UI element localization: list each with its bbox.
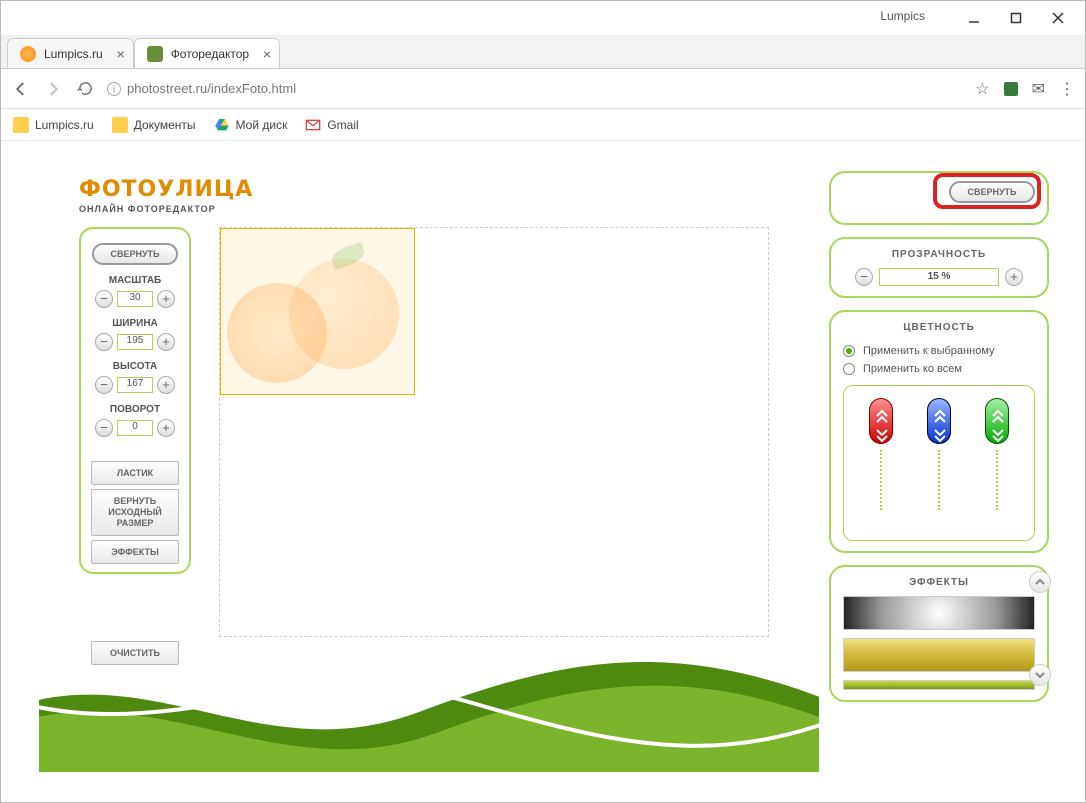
bookmarks-bar: Lumpics.ru Документы Мой диск Gmail (1, 109, 1085, 141)
bookmark-gmail[interactable]: Gmail (305, 117, 358, 133)
transparency-plus-button[interactable]: + (1005, 268, 1023, 286)
reload-button[interactable] (75, 79, 95, 99)
scale-plus-button[interactable]: + (157, 290, 175, 308)
scale-minus-button[interactable]: − (95, 290, 113, 308)
tab-photoeditor[interactable]: Фоторедактор × (134, 38, 280, 68)
green-slider[interactable] (985, 398, 1009, 510)
menu-icon[interactable]: ⋮ (1059, 79, 1075, 99)
scale-label: МАСШТАБ (87, 275, 183, 286)
image-content (227, 283, 327, 383)
bookmark-lumpics[interactable]: Lumpics.ru (13, 117, 94, 133)
width-stepper: − 195 + (87, 333, 183, 351)
drive-icon (214, 117, 230, 133)
star-icon[interactable]: ☆ (975, 79, 989, 99)
tab-lumpics[interactable]: Lumpics.ru × (7, 38, 134, 68)
red-slider[interactable] (869, 398, 893, 510)
slider-knob-icon (927, 398, 951, 444)
width-value[interactable]: 195 (117, 334, 153, 350)
radio-icon (843, 345, 855, 357)
logo-main: ФОТОУЛИЦА (79, 177, 253, 202)
slider-knob-icon (869, 398, 893, 444)
transparency-minus-button[interactable]: − (855, 268, 873, 286)
rotate-label: ПОВОРОТ (87, 404, 183, 415)
window-title: Lumpics (880, 9, 925, 23)
tab-close-icon[interactable]: × (263, 46, 271, 62)
width-minus-button[interactable]: − (95, 333, 113, 351)
left-panel: СВЕРНУТЬ МАСШТАБ − 30 + ШИРИНА − 195 + В… (79, 227, 191, 574)
selected-image[interactable] (220, 228, 415, 395)
tab-strip: Lumpics.ru × Фоторедактор × (1, 35, 1085, 69)
slider-knob-icon (985, 398, 1009, 444)
window-maximize-button[interactable] (995, 4, 1037, 32)
tab-label: Lumpics.ru (44, 47, 103, 61)
height-label: ВЫСОТА (87, 361, 183, 372)
blue-slider[interactable] (927, 398, 951, 510)
rotate-value[interactable]: 0 (117, 420, 153, 436)
address-bar[interactable]: i photostreet.ru/indexFoto.html (107, 81, 963, 96)
effect-preset-3[interactable] (843, 680, 1035, 690)
effects-panel: ЭФФЕКТЫ (829, 565, 1049, 702)
eraser-button[interactable]: ЛАСТИК (91, 461, 179, 485)
clear-button[interactable]: ОЧИСТИТЬ (91, 641, 179, 665)
window-minimize-button[interactable] (953, 4, 995, 32)
width-label: ШИРИНА (87, 318, 183, 329)
effects-scroll-up-button[interactable] (1029, 571, 1051, 593)
color-panel: ЦВЕТНОСТЬ Применить к выбранному Примени… (829, 310, 1049, 553)
forward-button[interactable] (43, 79, 63, 99)
scale-stepper: − 30 + (87, 290, 183, 308)
height-plus-button[interactable]: + (157, 376, 175, 394)
rotate-minus-button[interactable]: − (95, 419, 113, 437)
window-close-button[interactable] (1037, 4, 1079, 32)
site-info-icon[interactable]: i (107, 82, 121, 96)
height-minus-button[interactable]: − (95, 376, 113, 394)
collapse-left-button[interactable]: СВЕРНУТЬ (92, 243, 178, 265)
url-text: photostreet.ru/indexFoto.html (127, 81, 296, 96)
window-titlebar: Lumpics (1, 1, 1085, 35)
app-logo: ФОТОУЛИЦА ОНЛАЙН ФОТОРЕДАКТОР (79, 177, 253, 214)
tab-close-icon[interactable]: × (117, 46, 125, 62)
apply-selected-radio[interactable]: Применить к выбранному (843, 345, 1035, 357)
radio-label: Применить к выбранному (863, 345, 995, 357)
width-plus-button[interactable]: + (157, 333, 175, 351)
folder-icon (13, 117, 29, 133)
av-shield-icon[interactable] (1004, 82, 1018, 96)
transparency-panel: ПРОЗРАЧНОСТЬ − 15 % + (829, 237, 1049, 298)
favicon-photoeditor-icon (147, 46, 163, 62)
color-title: ЦВЕТНОСТЬ (843, 322, 1035, 333)
restore-size-button[interactable]: ВЕРНУТЬ ИСХОДНЫЙ РАЗМЕР (91, 489, 179, 536)
gmail-icon (305, 117, 321, 133)
radio-icon (843, 363, 855, 375)
tab-label: Фоторедактор (171, 47, 249, 61)
transparency-value[interactable]: 15 % (879, 268, 999, 286)
editor-canvas[interactable] (219, 227, 769, 637)
transparency-title: ПРОЗРАЧНОСТЬ (843, 249, 1035, 260)
rotate-stepper: − 0 + (87, 419, 183, 437)
rotate-plus-button[interactable]: + (157, 419, 175, 437)
bookmark-documents[interactable]: Документы (112, 117, 196, 133)
effects-scroll-down-button[interactable] (1029, 664, 1051, 686)
collapse-panel: СВЕРНУТЬ (829, 171, 1049, 225)
color-sliders (843, 385, 1035, 541)
apply-all-radio[interactable]: Применить ко всем (843, 363, 1035, 375)
height-value[interactable]: 167 (117, 377, 153, 393)
effects-title: ЭФФЕКТЫ (843, 577, 1035, 588)
effect-preset-1[interactable] (843, 596, 1035, 630)
back-button[interactable] (11, 79, 31, 99)
effects-button[interactable]: ЭФФЕКТЫ (91, 540, 179, 564)
scale-value[interactable]: 30 (117, 291, 153, 307)
height-stepper: − 167 + (87, 376, 183, 394)
collapse-right-button[interactable]: СВЕРНУТЬ (949, 181, 1035, 203)
favicon-lumpics-icon (20, 46, 36, 62)
navbar: i photostreet.ru/indexFoto.html ☆ ✉ ⋮ (1, 69, 1085, 109)
radio-label: Применить ко всем (863, 363, 962, 375)
folder-icon (112, 117, 128, 133)
bookmark-drive[interactable]: Мой диск (214, 117, 288, 133)
logo-subtitle: ОНЛАЙН ФОТОРЕДАКТОР (79, 204, 253, 214)
effect-preset-2[interactable] (843, 638, 1035, 672)
mail-icon[interactable]: ✉ (1032, 79, 1045, 99)
